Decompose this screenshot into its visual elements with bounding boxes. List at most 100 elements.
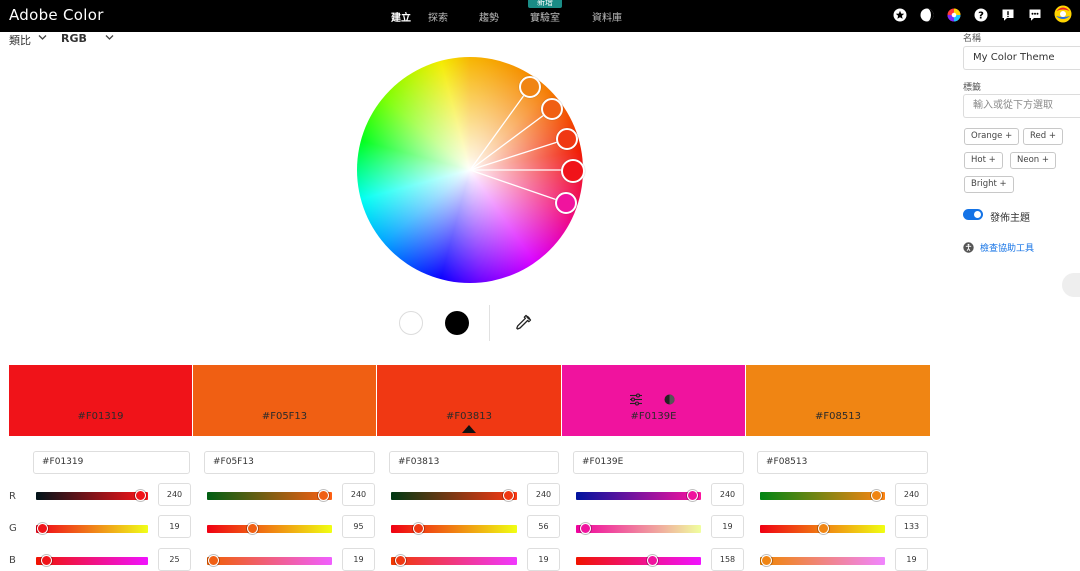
color-swatch[interactable]: #F05F13	[193, 365, 376, 436]
green-slider[interactable]	[391, 523, 517, 534]
red-slider[interactable]	[36, 490, 148, 501]
hex-input[interactable]: #F05F13	[204, 451, 375, 474]
red-value[interactable]: 240	[895, 483, 928, 506]
wheel-handle[interactable]	[555, 192, 577, 214]
color-mode-dropdown[interactable]: RGB	[61, 32, 87, 45]
color-swatch[interactable]: #F08513	[746, 365, 930, 436]
red-value[interactable]: 240	[527, 483, 560, 506]
accessibility-icon[interactable]	[963, 242, 974, 253]
nav-labs[interactable]: 實驗室	[530, 9, 560, 24]
slider-knob[interactable]	[580, 523, 591, 534]
blue-slider[interactable]	[391, 555, 517, 566]
blue-value[interactable]: 158	[711, 548, 744, 571]
blue-value[interactable]: 25	[158, 548, 191, 571]
white-brightness-button[interactable]	[399, 311, 423, 335]
swatch-hex: #F05F13	[261, 411, 308, 422]
blue-slider[interactable]	[760, 555, 885, 566]
red-slider[interactable]	[576, 490, 701, 501]
top-bar: Adobe Color 建立 探索 趨勢 新增 實驗室 資料庫 ?	[0, 0, 1080, 32]
slider-knob[interactable]	[871, 490, 882, 501]
slider-knob[interactable]	[761, 555, 772, 566]
green-slider[interactable]	[36, 523, 148, 534]
alert-icon[interactable]	[1001, 8, 1015, 22]
color-wheel-icon[interactable]	[947, 8, 961, 22]
app-title[interactable]: Adobe Color	[9, 6, 104, 24]
user-avatar-icon[interactable]	[1054, 5, 1072, 23]
wheel-handle[interactable]	[519, 76, 541, 98]
slider-knob[interactable]	[318, 490, 329, 501]
blue-slider[interactable]	[207, 555, 332, 566]
green-value[interactable]: 56	[527, 515, 560, 538]
hex-input[interactable]: #F08513	[757, 451, 928, 474]
slider-knob[interactable]	[395, 555, 406, 566]
nav-explore[interactable]: 探索	[428, 9, 448, 24]
slider-knob[interactable]	[37, 523, 48, 534]
green-slider[interactable]	[207, 523, 332, 534]
tags-input[interactable]: 輸入或從下方選取	[963, 94, 1080, 118]
slider-knob[interactable]	[687, 490, 698, 501]
tag-neon[interactable]: Neon +	[1010, 152, 1056, 169]
green-slider[interactable]	[576, 523, 701, 534]
red-value[interactable]: 240	[158, 483, 191, 506]
blue-value[interactable]: 19	[342, 548, 375, 571]
divider	[489, 305, 490, 341]
slider-knob[interactable]	[247, 523, 258, 534]
tags-label: 標籤	[963, 83, 982, 93]
slider-knob[interactable]	[135, 490, 146, 501]
hex-input[interactable]: #F0139E	[573, 451, 744, 474]
nav-create[interactable]: 建立	[391, 9, 411, 24]
labs-new-badge: 新增	[528, 0, 562, 8]
red-value[interactable]: 240	[342, 483, 375, 506]
swatch-hex: #F08513	[815, 411, 861, 422]
wheel-handle[interactable]	[541, 98, 563, 120]
tag-orange[interactable]: Orange +	[964, 128, 1020, 145]
moon-icon[interactable]	[920, 8, 934, 22]
hex-input[interactable]: #F03813	[389, 451, 559, 474]
color-wheel[interactable]	[357, 57, 583, 283]
tag-bright[interactable]: Bright +	[964, 176, 1014, 193]
blue-value[interactable]: 19	[527, 548, 560, 571]
side-panel-handle[interactable]	[1062, 273, 1080, 297]
contrast-icon[interactable]	[664, 394, 675, 405]
wheel-handle[interactable]	[556, 128, 578, 150]
red-slider[interactable]	[207, 490, 332, 501]
chat-icon[interactable]	[1028, 8, 1042, 22]
nav-library[interactable]: 資料庫	[592, 9, 622, 24]
red-slider[interactable]	[391, 490, 517, 501]
slider-knob[interactable]	[647, 555, 658, 566]
help-icon[interactable]: ?	[974, 8, 988, 22]
sliders-icon[interactable]	[629, 393, 643, 406]
chevron-down-icon[interactable]	[105, 34, 114, 41]
green-value[interactable]: 19	[158, 515, 191, 538]
slider-knob[interactable]	[41, 555, 52, 566]
accessibility-link[interactable]: 檢查協助工具	[980, 241, 1034, 254]
color-swatch[interactable]: #F0139E	[562, 365, 745, 436]
green-value[interactable]: 95	[342, 515, 375, 538]
slider-knob[interactable]	[413, 523, 424, 534]
star-icon[interactable]	[893, 8, 907, 22]
red-value[interactable]: 240	[711, 483, 744, 506]
publish-toggle[interactable]	[963, 209, 983, 220]
wheel-handle-base[interactable]	[561, 159, 585, 183]
tag-hot[interactable]: Hot +	[964, 152, 1003, 169]
green-value[interactable]: 19	[711, 515, 744, 538]
tag-red[interactable]: Red +	[1023, 128, 1063, 145]
color-swatch[interactable]: #F01319	[9, 365, 192, 436]
chevron-down-icon[interactable]	[38, 34, 47, 41]
harmony-dropdown[interactable]: 類比	[9, 32, 31, 48]
eyedropper-icon[interactable]	[515, 314, 532, 331]
green-value[interactable]: 133	[895, 515, 928, 538]
blue-slider[interactable]	[36, 555, 148, 566]
slider-knob[interactable]	[208, 555, 219, 566]
green-slider[interactable]	[760, 523, 885, 534]
red-slider[interactable]	[760, 490, 885, 501]
theme-name-input[interactable]: My Color Theme	[963, 46, 1080, 70]
black-brightness-button[interactable]	[445, 311, 469, 335]
nav-trends[interactable]: 趨勢	[479, 9, 499, 24]
slider-knob[interactable]	[503, 490, 514, 501]
blue-value[interactable]: 19	[895, 548, 928, 571]
publish-label: 發佈主題	[990, 213, 1030, 224]
blue-slider[interactable]	[576, 555, 701, 566]
hex-input[interactable]: #F01319	[33, 451, 190, 474]
slider-knob[interactable]	[818, 523, 829, 534]
